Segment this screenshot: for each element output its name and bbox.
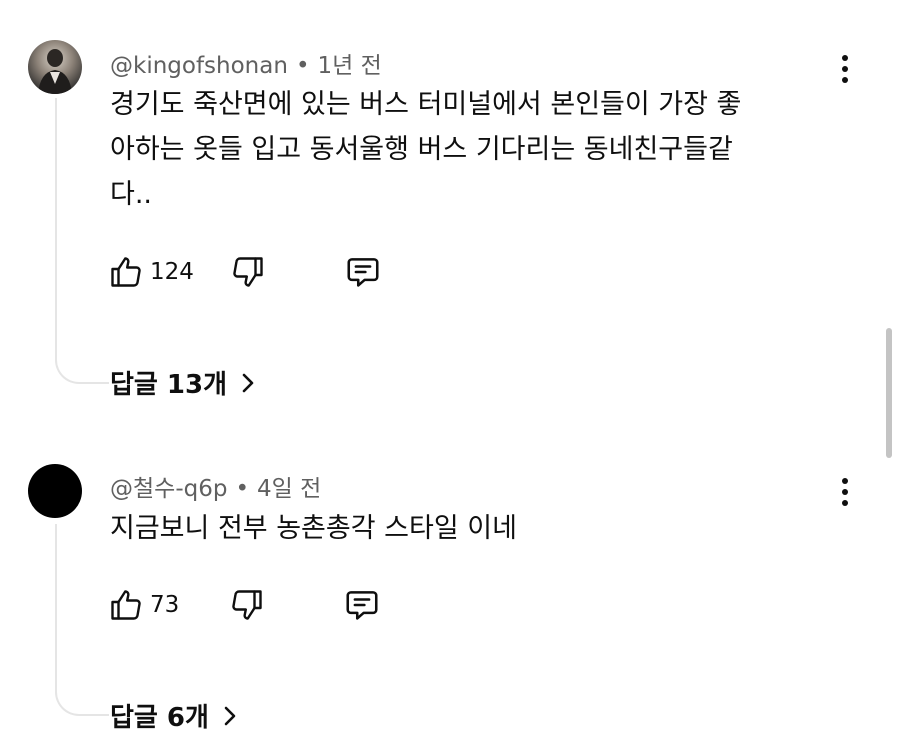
thread-line [55, 524, 109, 716]
comment-text-line: 지금보니 전부 농촌총각 스타일 이네 [110, 513, 517, 544]
comment-meta: @철수-q6p • 4일 전 [110, 469, 321, 503]
comment-menu-button[interactable] [833, 478, 857, 518]
comment-text-line: 아하는 옷들 입고 동서울행 버스 기다리는 동네친구들같 [110, 134, 733, 165]
more-vertical-icon [842, 478, 848, 484]
comment-reply-icon [347, 258, 379, 287]
thumbs-up-icon [111, 257, 141, 287]
view-replies-button[interactable]: 답글 6개 [110, 697, 237, 734]
chevron-right-icon [242, 373, 254, 392]
dislike-button[interactable] [230, 254, 266, 290]
comment-text: 경기도 죽산면에 있는 버스 터미널에서 본인들이 가장 좋 아하는 옷들 입고… [110, 82, 810, 217]
thumbs-up-icon [111, 590, 141, 620]
dislike-button[interactable] [229, 587, 265, 623]
thumbs-down-icon [233, 257, 263, 287]
author-handle[interactable]: @kingofshonan [110, 53, 288, 79]
like-button[interactable]: 124 [108, 254, 194, 290]
comment-menu-button[interactable] [833, 55, 857, 95]
comment-timestamp[interactable]: 1년 전 [318, 53, 382, 79]
replies-count-label: 답글 13개 [110, 370, 227, 400]
separator-dot: • [295, 53, 310, 79]
replies-count-label: 답글 6개 [110, 703, 209, 733]
scrollbar-thumb[interactable] [886, 328, 892, 458]
avatar[interactable] [28, 464, 82, 518]
more-vertical-icon [842, 55, 848, 61]
comment-text: 지금보니 전부 농촌총각 스타일 이네 [110, 506, 810, 551]
comment-text-line: 다.. [110, 179, 153, 210]
like-count: 124 [150, 259, 194, 285]
comment-actions: 73 [108, 585, 381, 625]
comment-actions: 124 [108, 252, 382, 292]
comment-meta: @kingofshonan • 1년 전 [110, 46, 382, 80]
reply-button[interactable] [344, 253, 382, 291]
avatar[interactable] [28, 40, 82, 94]
view-replies-button[interactable]: 답글 13개 [110, 364, 255, 401]
avatar-photo [38, 49, 72, 94]
like-count: 73 [150, 592, 180, 618]
author-handle[interactable]: @철수-q6p [110, 476, 227, 502]
separator-dot: • [235, 476, 250, 502]
comment-text-line: 경기도 죽산면에 있는 버스 터미널에서 본인들이 가장 좋 [110, 89, 742, 120]
chevron-right-icon [224, 706, 236, 725]
like-button[interactable]: 73 [108, 587, 179, 623]
thumbs-down-icon [232, 590, 262, 620]
reply-button[interactable] [343, 586, 381, 624]
thread-line [55, 98, 109, 384]
comment-reply-icon [346, 591, 378, 620]
comment-timestamp[interactable]: 4일 전 [257, 476, 321, 502]
